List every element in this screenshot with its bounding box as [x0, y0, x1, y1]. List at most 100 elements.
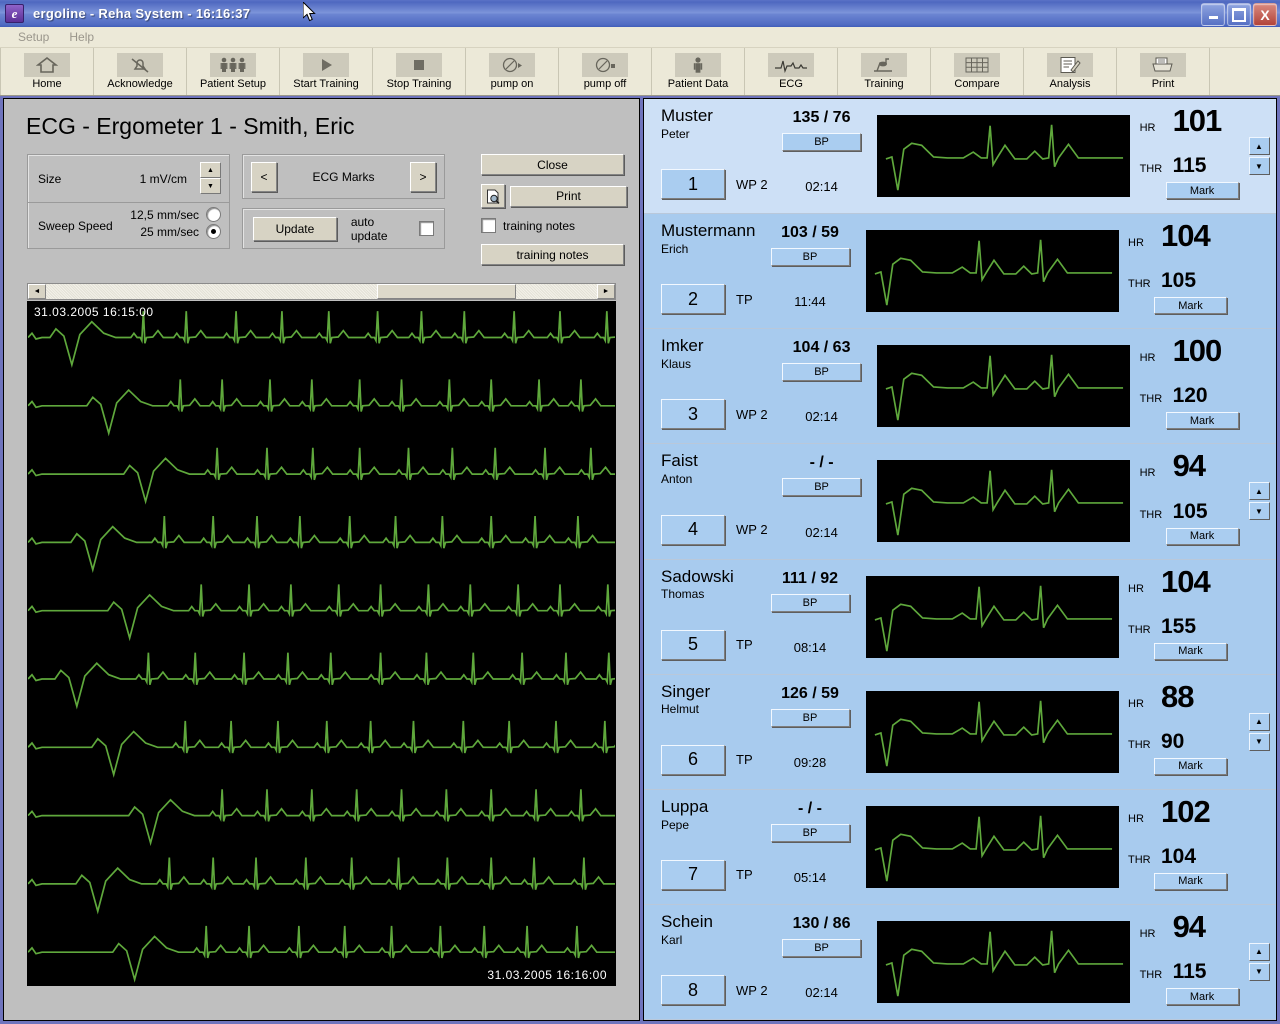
mark-button[interactable]: Mark	[1165, 988, 1239, 1005]
patient-number-button[interactable]: 4	[661, 514, 725, 545]
size-increment-button[interactable]: ▲	[200, 162, 221, 178]
bp-measure-button[interactable]: BP	[782, 478, 862, 497]
row-stepper-up-button[interactable]: ▲	[1248, 712, 1270, 731]
toolbar-button-ecg[interactable]: ECG	[745, 48, 838, 95]
toolbar-button-analysis[interactable]: Analysis	[1024, 48, 1117, 95]
patient-number-button[interactable]: 8	[661, 975, 725, 1005]
bp-measure-button[interactable]: BP	[782, 363, 862, 382]
patient-row[interactable]: Muster Peter 1 WP 2 135 / 76 BP 02:14 HR 101 THR 1…	[644, 99, 1276, 215]
mark-button[interactable]: Mark	[1165, 527, 1239, 545]
size-stepper[interactable]: ▲ ▼	[200, 162, 221, 194]
mini-ecg-strip[interactable]	[877, 460, 1131, 543]
bp-measure-button[interactable]: BP	[770, 823, 850, 842]
bp-measure-button[interactable]: BP	[770, 248, 850, 267]
patient-number-button[interactable]: 7	[661, 859, 725, 890]
mini-ecg-strip[interactable]	[865, 230, 1119, 313]
patient-number-button[interactable]: 6	[661, 744, 725, 775]
row-stepper-up-button[interactable]: ▲	[1248, 137, 1270, 156]
print-preview-icon[interactable]	[481, 184, 505, 208]
scroll-right-button[interactable]: ►	[597, 284, 615, 299]
patient-number-row: 5 TP	[661, 629, 756, 660]
mark-button[interactable]: Mark	[1154, 872, 1227, 890]
row-stepper-up-button[interactable]: ▲	[1248, 482, 1270, 501]
radio-12-5[interactable]	[206, 207, 221, 222]
close-panel-button[interactable]: Close	[481, 154, 624, 175]
sweep-speed-option-125[interactable]: 12,5 mm/sec	[130, 207, 221, 222]
patient-number-button[interactable]: 2	[661, 284, 725, 315]
elapsed-time: 05:14	[793, 869, 827, 885]
blood-pressure-value: 103 / 59	[781, 224, 839, 242]
patient-row[interactable]: Imker Klaus 3 WP 2 104 / 63 BP 02:14 HR 100 THR 12…	[644, 329, 1276, 445]
auto-update-checkbox[interactable]	[419, 221, 434, 236]
menu-item-setup[interactable]: Setup	[8, 28, 59, 46]
maximize-button[interactable]	[1227, 3, 1251, 26]
minimize-button[interactable]	[1201, 3, 1225, 26]
row-stepper[interactable]: ▲ ▼	[1248, 712, 1270, 751]
patient-number-button[interactable]: 5	[661, 629, 725, 660]
toolbar-button-compare[interactable]: Compare	[931, 48, 1024, 95]
ecg-waveform-svg	[28, 311, 615, 983]
auto-update-row[interactable]: auto update	[351, 215, 434, 243]
mark-button[interactable]: Mark	[1154, 642, 1227, 660]
ecg-marks-next-button[interactable]: >	[410, 161, 436, 192]
patient-number-button[interactable]: 3	[661, 399, 725, 430]
mini-ecg-strip[interactable]	[865, 575, 1119, 658]
toolbar-button-pump-off[interactable]: pump off	[559, 48, 652, 95]
mini-ecg-strip[interactable]	[865, 690, 1119, 773]
close-button[interactable]: X	[1253, 3, 1277, 26]
menu-item-help[interactable]: Help	[59, 28, 104, 46]
toolbar-button-patient-data[interactable]: Patient Data	[652, 48, 745, 95]
patient-row[interactable]: Mustermann Erich 2 TP 103 / 59 BP 11:44 HR 104 TH…	[644, 214, 1276, 330]
row-stepper-up-button[interactable]: ▲	[1248, 942, 1270, 961]
bp-measure-button[interactable]: BP	[782, 133, 862, 151]
mark-button[interactable]: Mark	[1165, 412, 1239, 430]
scrollbar-thumb[interactable]	[376, 284, 517, 299]
scroll-left-button[interactable]: ◄	[28, 284, 46, 299]
toolbar-button-patient-setup[interactable]: Patient Setup	[187, 48, 280, 95]
mark-button[interactable]: Mark	[1165, 182, 1239, 200]
patient-row[interactable]: Sadowski Thomas 5 TP 111 / 92 BP 08:14 HR 104 THR…	[644, 559, 1276, 675]
row-stepper[interactable]: ▲ ▼	[1248, 942, 1270, 981]
toolbar-button-training[interactable]: Training	[838, 48, 931, 95]
patient-number-button[interactable]: 1	[661, 169, 725, 200]
size-decrement-button[interactable]: ▼	[200, 178, 221, 194]
row-stepper[interactable]: ▲ ▼	[1248, 137, 1270, 176]
mark-button[interactable]: Mark	[1154, 297, 1227, 315]
toolbar-button-pump-on[interactable]: pump on	[466, 48, 559, 95]
row-stepper-down-button[interactable]: ▼	[1248, 502, 1270, 521]
row-stepper-down-button[interactable]: ▼	[1248, 962, 1270, 981]
row-stepper-down-button[interactable]: ▼	[1248, 732, 1270, 751]
scrollbar-track[interactable]	[46, 284, 597, 299]
training-notes-button[interactable]: training notes	[481, 244, 624, 265]
bp-measure-button[interactable]: BP	[770, 708, 850, 727]
training-notes-checkbox-row[interactable]: training notes	[481, 218, 627, 233]
sweep-speed-option-25[interactable]: 25 mm/sec	[130, 224, 221, 239]
mini-ecg-strip[interactable]	[865, 805, 1119, 888]
mark-button[interactable]: Mark	[1154, 757, 1227, 775]
ecg-horizontal-scrollbar[interactable]: ◄ ►	[27, 283, 616, 300]
patient-row[interactable]: Schein Karl 8 WP 2 130 / 86 BP 02:14 HR 94 THR 115…	[644, 904, 1276, 1020]
ecg-waveform-display[interactable]: 31.03.2005 16:15:00 31.03.2005 16:16:00	[27, 301, 616, 986]
threshold-line: THR 120	[1140, 385, 1242, 406]
toolbar-button-start-training[interactable]: Start Training	[280, 48, 373, 95]
update-button[interactable]: Update	[253, 216, 337, 241]
mini-ecg-strip[interactable]	[877, 345, 1131, 428]
mini-ecg-strip[interactable]	[877, 115, 1131, 198]
vitals-column: HR 104 THR 105 Mark	[1120, 214, 1242, 328]
row-stepper-down-button[interactable]: ▼	[1248, 157, 1270, 176]
toolbar-button-stop-training[interactable]: Stop Training	[373, 48, 466, 95]
toolbar-button-acknowledge[interactable]: Acknowledge	[94, 48, 187, 95]
mini-ecg-strip[interactable]	[877, 920, 1131, 1003]
ecg-marks-prev-button[interactable]: <	[251, 161, 277, 192]
row-stepper[interactable]: ▲ ▼	[1248, 482, 1270, 521]
radio-25[interactable]	[206, 224, 221, 239]
toolbar-button-print[interactable]: Print	[1117, 48, 1210, 95]
bp-measure-button[interactable]: BP	[770, 593, 850, 612]
toolbar-button-home[interactable]: Home	[0, 48, 94, 95]
patient-row[interactable]: Faist Anton 4 WP 2 - / - BP 02:14 HR 94 THR 105 Mar…	[644, 444, 1276, 560]
training-notes-checkbox[interactable]	[481, 218, 496, 233]
patient-row[interactable]: Luppa Pepe 7 TP - / - BP 05:14 HR 102 THR 104 Mark	[644, 789, 1276, 905]
print-button[interactable]: Print	[510, 185, 627, 207]
patient-row[interactable]: Singer Helmut 6 TP 126 / 59 BP 09:28 HR 88 THR 90 M…	[644, 674, 1276, 790]
bp-measure-button[interactable]: BP	[782, 938, 862, 957]
